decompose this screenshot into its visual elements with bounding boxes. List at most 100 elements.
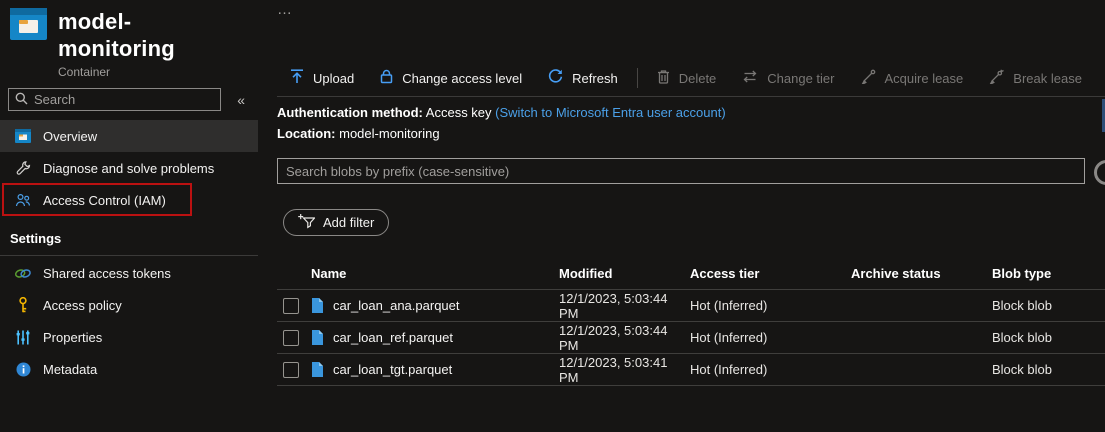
upload-label: Upload xyxy=(313,71,354,86)
sidebar-item-label: Access policy xyxy=(43,298,122,313)
refresh-button[interactable]: Refresh xyxy=(535,60,631,96)
blob-name-link[interactable]: car_loan_ana.parquet xyxy=(333,298,460,313)
blob-search-box xyxy=(277,158,1085,184)
lease-pen-icon xyxy=(861,69,876,87)
blob-file-icon xyxy=(311,362,323,377)
table-row[interactable]: car_loan_ref.parquet 12/1/2023, 5:03:44 … xyxy=(277,322,1105,354)
authentication-method-label: Authentication method: xyxy=(277,105,423,120)
container-icon xyxy=(10,8,47,43)
blade-overflow-menu[interactable]: … xyxy=(277,1,293,18)
sidebar-item-properties[interactable]: Properties xyxy=(0,321,258,353)
blob-name-link[interactable]: car_loan_tgt.parquet xyxy=(333,362,452,377)
people-icon xyxy=(14,193,32,208)
change-access-level-label: Change access level xyxy=(402,71,522,86)
blob-type: Block blob xyxy=(992,298,1105,313)
settings-section-title: Settings xyxy=(0,216,258,255)
change-tier-button[interactable]: Change tier xyxy=(729,60,847,96)
sidebar-item-label: Diagnose and solve problems xyxy=(43,161,214,176)
blob-type: Block blob xyxy=(992,330,1105,345)
swap-arrows-icon xyxy=(742,70,758,86)
blob-modified: 12/1/2023, 5:03:44 PM xyxy=(559,323,690,353)
blob-type: Block blob xyxy=(992,362,1105,377)
column-header-archive-status[interactable]: Archive status xyxy=(851,266,992,281)
break-lease-label: Break lease xyxy=(1013,71,1082,86)
sidebar-item-label: Metadata xyxy=(43,362,97,377)
change-access-level-button[interactable]: Change access level xyxy=(367,60,535,96)
sidebar-item-overview[interactable]: Overview xyxy=(0,120,258,152)
upload-icon xyxy=(290,69,304,87)
switch-to-entra-link[interactable]: (Switch to Microsoft Entra user account) xyxy=(495,105,725,120)
settings-divider xyxy=(0,255,258,256)
blob-access-tier: Hot (Inferred) xyxy=(690,362,851,377)
row-checkbox[interactable] xyxy=(283,298,299,314)
table-header-row: Name Modified Access tier Archive status… xyxy=(277,258,1105,290)
sidebar-item-access-policy[interactable]: Access policy xyxy=(0,289,258,321)
delete-button[interactable]: Delete xyxy=(644,60,730,96)
show-deleted-toggle-cutoff[interactable] xyxy=(1094,160,1105,185)
link-icon xyxy=(14,267,32,280)
toolbar-separator xyxy=(637,68,638,88)
sidebar-item-label: Shared access tokens xyxy=(43,266,171,281)
acquire-lease-label: Acquire lease xyxy=(885,71,964,86)
authentication-method-value: Access key xyxy=(426,105,492,120)
lock-icon xyxy=(380,69,393,87)
search-icon xyxy=(15,92,28,108)
table-row[interactable]: car_loan_tgt.parquet 12/1/2023, 5:03:41 … xyxy=(277,354,1105,386)
blob-prefix-search-input[interactable] xyxy=(286,164,1076,179)
blob-access-tier: Hot (Inferred) xyxy=(690,298,851,313)
wrench-icon xyxy=(14,161,32,176)
location-value: model-monitoring xyxy=(339,126,439,141)
sidebar-item-shared-access-tokens[interactable]: Shared access tokens xyxy=(0,257,258,289)
break-lease-icon xyxy=(989,69,1004,87)
column-header-modified[interactable]: Modified xyxy=(559,266,690,281)
sidebar-item-metadata[interactable]: Metadata xyxy=(0,353,258,385)
container-info: Authentication method: Access key (Switc… xyxy=(277,102,726,144)
sidebar-item-access-control-iam[interactable]: Access Control (IAM) xyxy=(0,184,258,216)
delete-label: Delete xyxy=(679,71,717,86)
add-filter-button[interactable]: Add filter xyxy=(283,209,389,236)
location-line: Location: model-monitoring xyxy=(277,123,726,144)
row-checkbox[interactable] xyxy=(283,330,299,346)
container-small-icon xyxy=(14,129,32,143)
blob-modified: 12/1/2023, 5:03:41 PM xyxy=(559,355,690,385)
blob-access-tier: Hot (Inferred) xyxy=(690,330,851,345)
command-bar: Upload Change access level Refresh Delet… xyxy=(277,60,1105,97)
collapse-sidebar-button[interactable]: « xyxy=(232,90,250,110)
row-checkbox[interactable] xyxy=(283,362,299,378)
container-blade-sidebar: model-monitoring Container « Overview Di… xyxy=(0,0,258,432)
trash-icon xyxy=(657,69,670,87)
table-row[interactable]: car_loan_ana.parquet 12/1/2023, 5:03:44 … xyxy=(277,290,1105,322)
upload-button[interactable]: Upload xyxy=(277,60,367,96)
sidebar-search-input[interactable] xyxy=(34,92,214,107)
change-tier-label: Change tier xyxy=(767,71,834,86)
blade-header: model-monitoring Container xyxy=(0,0,258,79)
filter-plus-icon xyxy=(298,213,315,232)
column-header-blob-type[interactable]: Blob type xyxy=(992,266,1105,281)
blob-table: Name Modified Access tier Archive status… xyxy=(277,258,1105,386)
page-subtitle: Container xyxy=(58,65,248,79)
acquire-lease-button[interactable]: Acquire lease xyxy=(848,60,977,96)
column-header-access-tier[interactable]: Access tier xyxy=(690,266,851,281)
authentication-method-line: Authentication method: Access key (Switc… xyxy=(277,102,726,123)
location-label: Location: xyxy=(277,126,336,141)
view-snapshots-button[interactable]: View snapshots xyxy=(1095,60,1105,96)
settings-nav: Shared access tokens Access policy Prope… xyxy=(0,257,258,385)
sidebar-nav: Overview Diagnose and solve problems Acc… xyxy=(0,120,258,216)
blob-name-link[interactable]: car_loan_ref.parquet xyxy=(333,330,453,345)
blob-file-icon xyxy=(311,298,323,313)
sidebar-item-label: Access Control (IAM) xyxy=(43,193,166,208)
break-lease-button[interactable]: Break lease xyxy=(976,60,1095,96)
blob-modified: 12/1/2023, 5:03:44 PM xyxy=(559,291,690,321)
sidebar-search-box xyxy=(8,88,221,111)
column-header-name[interactable]: Name xyxy=(311,266,559,281)
add-filter-label: Add filter xyxy=(323,215,374,230)
sidebar-item-label: Overview xyxy=(43,129,97,144)
sliders-icon xyxy=(14,330,32,345)
blob-file-icon xyxy=(311,330,323,345)
container-main-panel: … Upload Change access level Refresh xyxy=(277,0,1105,432)
sidebar-item-diagnose[interactable]: Diagnose and solve problems xyxy=(0,152,258,184)
info-icon xyxy=(14,362,32,377)
sidebar-item-label: Properties xyxy=(43,330,102,345)
key-icon xyxy=(14,297,32,313)
refresh-icon xyxy=(548,69,563,87)
